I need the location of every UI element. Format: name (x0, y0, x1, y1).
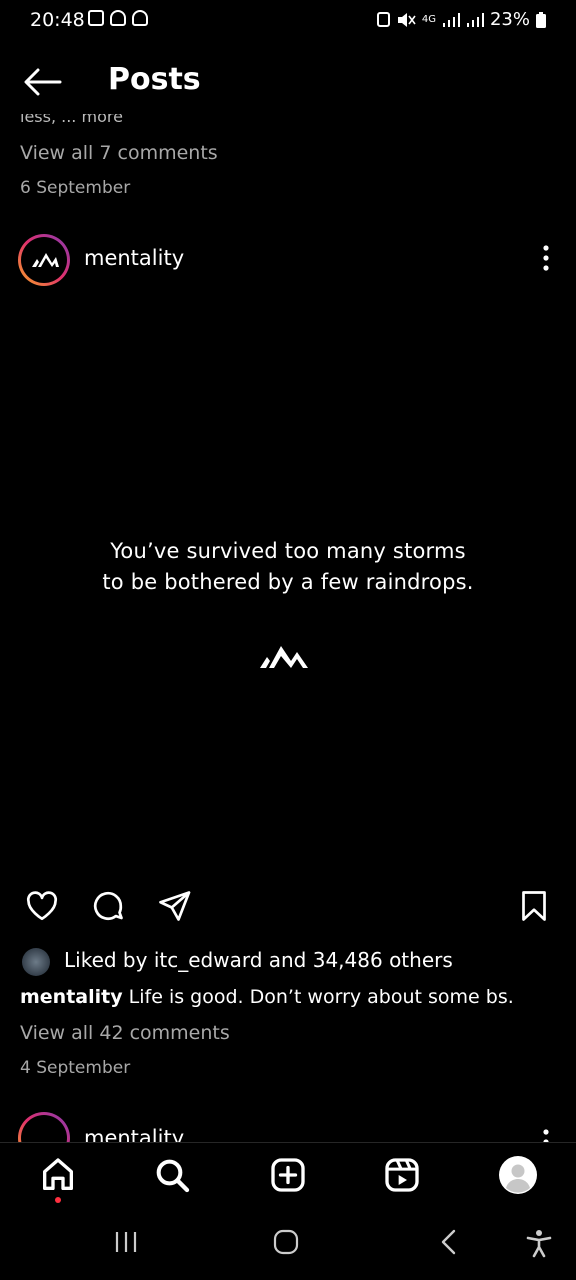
home-tab[interactable] (38, 1155, 78, 1203)
home-icon (43, 1158, 74, 1190)
search-icon (156, 1159, 190, 1193)
recent-apps-icon[interactable] (112, 1228, 140, 1256)
reels-icon (385, 1158, 419, 1192)
status-time: 20:48 (30, 9, 85, 31)
post-caption: mentality Life is good. Don’t worry abou… (20, 986, 514, 1008)
mute-icon (397, 12, 416, 27)
liker-avatar (22, 948, 50, 976)
send-icon[interactable] (156, 888, 192, 924)
comment-icon[interactable] (90, 888, 126, 924)
post-quote-line: You’ve survived too many storms (110, 539, 466, 563)
post-username[interactable]: mentality (84, 246, 184, 270)
back-button-icon[interactable] (436, 1228, 464, 1256)
previous-caption-remnant: less, ... more (20, 114, 123, 126)
lock-icon (376, 12, 390, 27)
avatar[interactable] (18, 1112, 70, 1142)
post-date: 4 September (20, 1058, 131, 1078)
post-header: mentality (0, 232, 576, 292)
post-image[interactable]: You’ve survived too many storms to be bo… (0, 300, 576, 876)
battery-percent: 23% (489, 9, 530, 30)
cloud-icon (132, 10, 148, 26)
accessibility-icon[interactable] (524, 1228, 554, 1258)
search-tab[interactable] (152, 1155, 192, 1195)
arrow-left-icon[interactable] (22, 68, 62, 96)
more-vertical-icon[interactable] (542, 244, 550, 272)
post-date: 6 September (20, 178, 131, 198)
post-actions (0, 888, 576, 932)
notification-dot (55, 1197, 61, 1203)
likes-text: Liked by itc_edward and 34,486 others (64, 948, 453, 972)
network-type: 4G (421, 13, 436, 25)
signal-icon (466, 12, 484, 27)
reels-tab[interactable] (382, 1155, 422, 1195)
next-post-header: mentality (0, 1110, 576, 1142)
page-header: Posts (0, 50, 576, 114)
mentality-logo-icon (32, 253, 59, 267)
heart-icon[interactable] (24, 888, 60, 924)
bottom-navigation (0, 1142, 576, 1209)
post-quote-line: to be bothered by a few raindrops. (102, 570, 474, 594)
signal-icon (442, 12, 460, 27)
status-notification-icons (88, 10, 148, 26)
system-navigation-bar (0, 1208, 576, 1280)
plus-square-icon (271, 1158, 305, 1192)
avatar-icon (499, 1156, 537, 1194)
create-tab[interactable] (268, 1155, 308, 1195)
status-bar: 20:48 4G 23% (0, 0, 576, 42)
post-username[interactable]: mentality (84, 1126, 184, 1142)
page-title: Posts (108, 62, 201, 97)
cloud-icon (110, 10, 126, 26)
status-right-icons: 4G 23% (376, 9, 546, 30)
likes-row[interactable]: Liked by itc_edward and 34,486 others (0, 944, 576, 978)
avatar[interactable] (18, 234, 70, 286)
profile-tab[interactable] (498, 1155, 538, 1195)
caption-text: Life is good. Don’t worry about some bs. (128, 986, 514, 1008)
view-comments-link[interactable]: View all 42 comments (20, 1022, 230, 1044)
home-button-icon[interactable] (272, 1228, 300, 1256)
battery-icon (536, 11, 546, 28)
view-comments-link[interactable]: View all 7 comments (20, 142, 218, 164)
mentality-logo-icon (260, 646, 308, 668)
bookmark-icon[interactable] (516, 888, 552, 924)
gallery-icon (88, 10, 104, 26)
caption-username[interactable]: mentality (20, 986, 123, 1008)
more-vertical-icon[interactable] (542, 1128, 550, 1142)
